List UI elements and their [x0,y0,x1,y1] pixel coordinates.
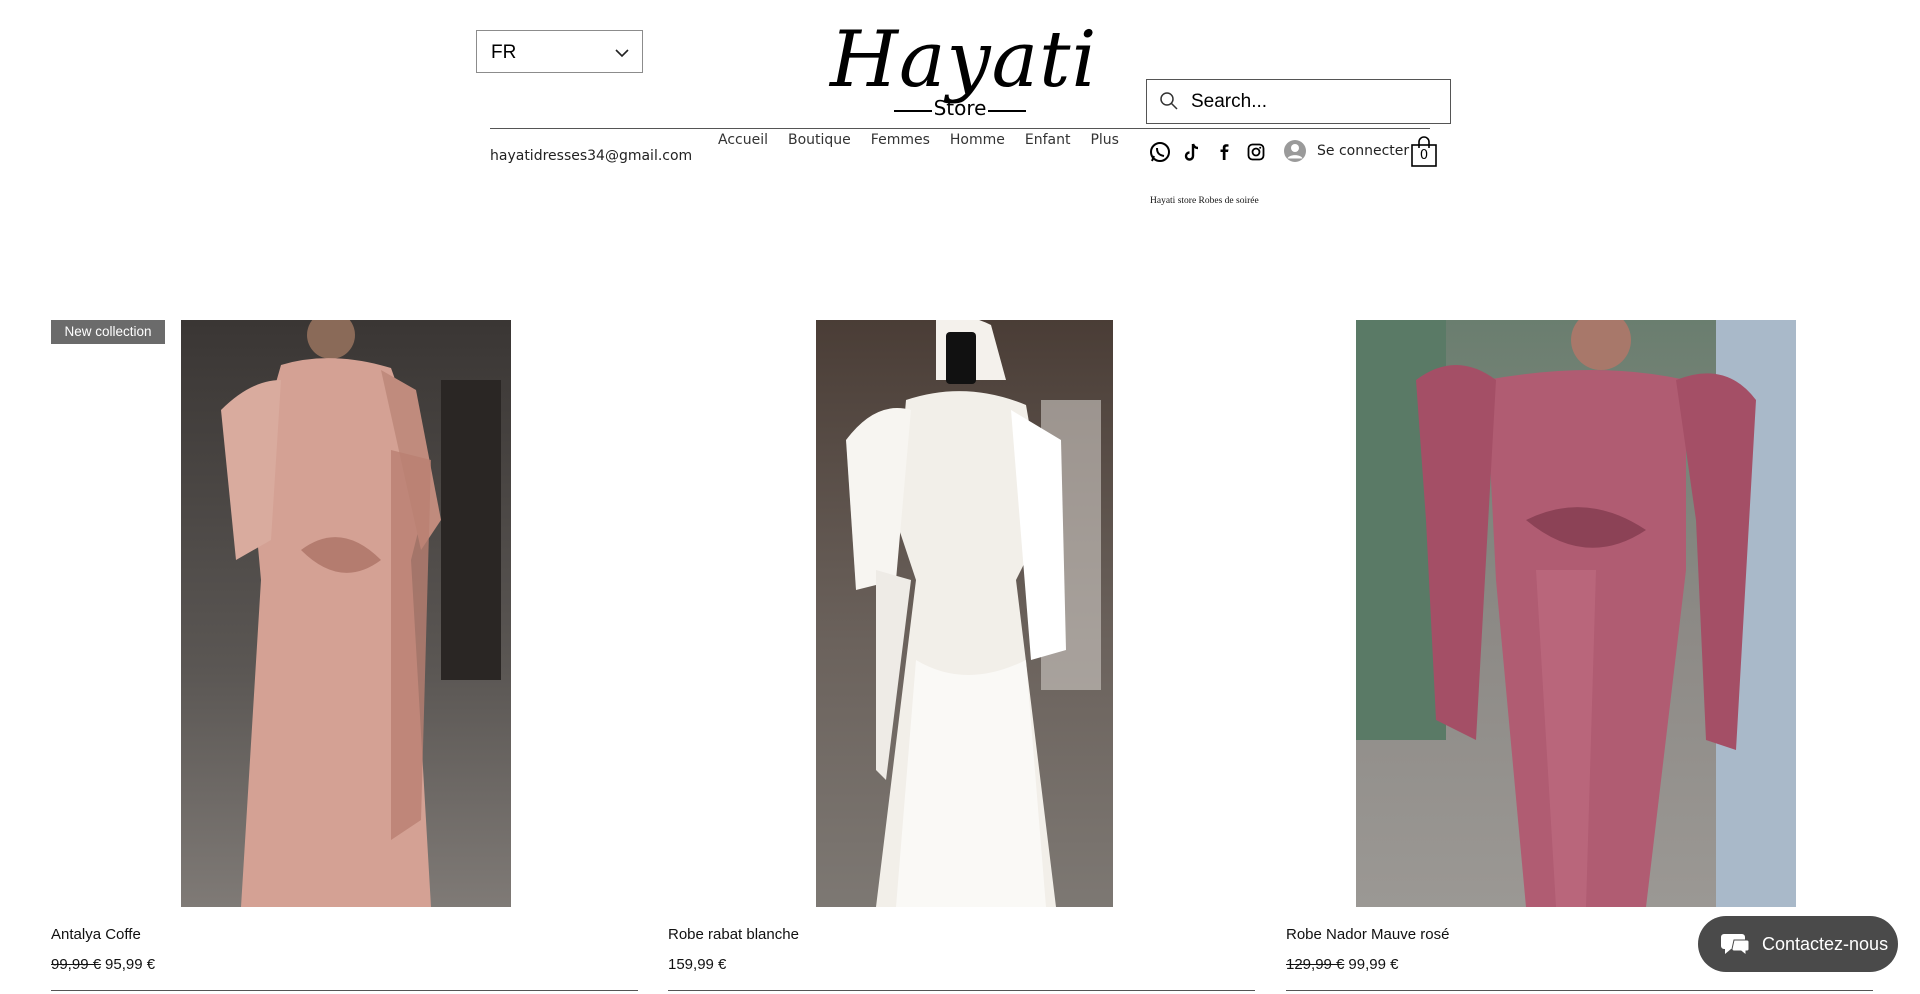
login-label: Se connecter [1317,143,1410,159]
nav-item-plus[interactable]: Plus [1090,132,1119,148]
header-divider [490,128,1430,129]
search-icon [1160,92,1178,110]
header-tagline: Hayati store Robes de soirée [1150,196,1259,206]
product-old-price: 129,99 € [1286,956,1345,973]
language-value: FR [491,42,517,63]
add-to-cart-edge[interactable] [1286,990,1873,994]
main-nav: Accueil Boutique Femmes Homme Enfant Plu… [718,132,1139,148]
logo-sub: Store [933,96,987,120]
product-sale-price: 95,99 € [105,956,156,973]
nav-item-homme[interactable]: Homme [950,132,1005,148]
whatsapp-icon[interactable] [1149,141,1171,163]
logo-line-right [988,110,1026,112]
instagram-icon[interactable] [1245,141,1267,163]
product-name[interactable]: Robe rabat blanche [668,926,799,943]
nav-item-boutique[interactable]: Boutique [788,132,851,148]
chat-button[interactable]: Contactez-nous [1698,916,1898,972]
product-price: 129,99 €99,99 € [1286,956,1398,973]
add-to-cart-edge[interactable] [668,990,1255,994]
search-input[interactable] [1189,84,1443,120]
product-name[interactable]: Antalya Coffe [51,926,141,943]
ribbon-badge: New collection [51,320,165,344]
product-name[interactable]: Robe Nador Mauve rosé [1286,926,1449,943]
product-price: 99,99 €95,99 € [51,956,155,973]
nav-item-accueil[interactable]: Accueil [718,132,768,148]
add-to-cart-edge[interactable] [51,990,638,994]
cart-count: 0 [1419,148,1429,163]
chevron-down-icon [615,49,629,58]
product-image[interactable] [181,320,511,907]
product-old-price: 99,99 € [51,956,102,973]
language-select[interactable]: FR [476,30,643,73]
product-image[interactable] [1356,320,1796,907]
facebook-icon[interactable] [1213,141,1235,163]
search-box[interactable] [1146,79,1451,124]
site-logo[interactable]: Hayati Store [830,12,1098,122]
nav-item-femmes[interactable]: Femmes [871,132,930,148]
login-button[interactable]: Se connecter [1283,139,1409,163]
product-sale-price: 159,99 € [668,956,727,973]
logo-script: Hayati [830,15,1098,105]
product-price: 159,99 € [668,956,726,973]
avatar-icon [1284,140,1306,162]
chat-label: Contactez-nous [1762,933,1889,954]
social-bar [1149,141,1267,163]
cart-button[interactable]: 0 [1410,136,1438,168]
product-sale-price: 99,99 € [1348,956,1399,973]
contact-email[interactable]: hayatidresses34@gmail.com [490,148,692,164]
tiktok-icon[interactable] [1181,141,1203,163]
nav-item-enfant[interactable]: Enfant [1025,132,1071,148]
product-image[interactable] [816,320,1113,907]
chat-icon [1721,934,1750,957]
